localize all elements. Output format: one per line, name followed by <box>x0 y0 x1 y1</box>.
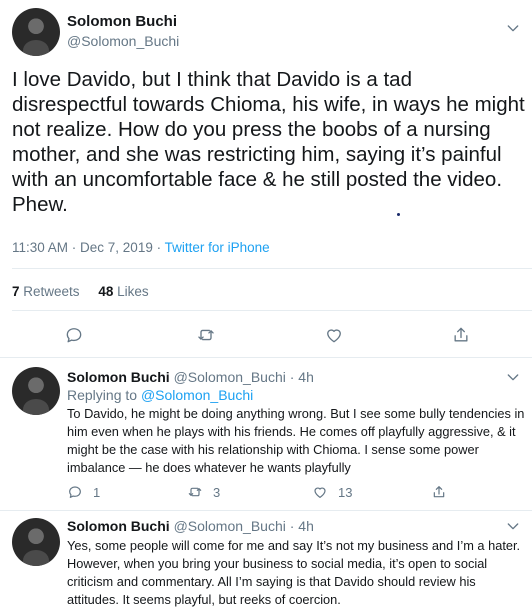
divider <box>0 357 532 358</box>
divider <box>12 310 532 311</box>
author-name[interactable]: Solomon Buchi <box>67 369 170 385</box>
likes-stat[interactable]: 48 Likes <box>98 284 148 299</box>
share-button[interactable] <box>431 484 447 500</box>
tweet-text: I love Davido, but I think that Davido i… <box>12 68 525 216</box>
reply-header: Solomon Buchi @Solomon_Buchi · 4h <box>67 369 314 385</box>
chevron-down-icon[interactable] <box>505 518 521 534</box>
reply-icon <box>69 486 81 498</box>
tweet-timestamp[interactable]: 11:30 AM · Dec 7, 2019 · <box>12 240 165 255</box>
like-button[interactable]: 13 <box>312 484 352 500</box>
author-name[interactable]: Solomon Buchi <box>67 518 170 534</box>
likes-label: Likes <box>117 284 149 299</box>
author-handle[interactable]: @Solomon_Buchi · 4h <box>174 518 314 534</box>
decorative-dot <box>397 213 400 216</box>
divider <box>0 510 532 511</box>
tweet-source-link[interactable]: Twitter for iPhone <box>165 240 270 255</box>
author-handle[interactable]: @Solomon_Buchi <box>67 33 179 49</box>
divider <box>12 268 532 269</box>
reply-button[interactable]: 1 <box>67 484 100 500</box>
like-icon <box>314 487 326 498</box>
retweet-icon <box>188 487 202 497</box>
reply-text: To Davido, he might be doing anything wr… <box>67 406 525 475</box>
like-count: 13 <box>338 484 353 500</box>
share-icon <box>433 486 445 498</box>
reply-icon[interactable] <box>64 325 84 345</box>
chevron-down-icon[interactable] <box>505 20 521 36</box>
avatar[interactable] <box>12 367 60 415</box>
reply-count: 1 <box>93 484 101 500</box>
reply-text: Yes, some people will come for me and sa… <box>67 538 521 607</box>
replying-to-link[interactable]: @Solomon_Buchi <box>141 387 253 403</box>
reply-header: Solomon Buchi @Solomon_Buchi · 4h <box>67 518 314 534</box>
like-icon[interactable] <box>324 325 344 345</box>
tweet-meta: 11:30 AM · Dec 7, 2019 · Twitter for iPh… <box>12 240 270 255</box>
retweet-count: 3 <box>213 484 221 500</box>
share-icon[interactable] <box>451 325 471 345</box>
replying-prefix: Replying to <box>67 387 141 403</box>
retweets-label: Retweets <box>23 284 80 299</box>
avatar[interactable] <box>12 8 60 56</box>
author-handle[interactable]: @Solomon_Buchi · 4h <box>174 369 314 385</box>
avatar[interactable] <box>12 518 60 566</box>
likes-count: 48 <box>98 284 114 299</box>
tweet-stats: 7 Retweets 48 Likes <box>12 284 149 299</box>
retweets-stat[interactable]: 7 Retweets <box>12 284 80 299</box>
replying-to: Replying to @Solomon_Buchi <box>67 387 253 403</box>
chevron-down-icon[interactable] <box>505 369 521 385</box>
retweets-count: 7 <box>12 284 20 299</box>
retweet-icon[interactable] <box>196 325 216 345</box>
author-name[interactable]: Solomon Buchi <box>67 13 177 30</box>
retweet-button[interactable]: 3 <box>187 484 220 500</box>
